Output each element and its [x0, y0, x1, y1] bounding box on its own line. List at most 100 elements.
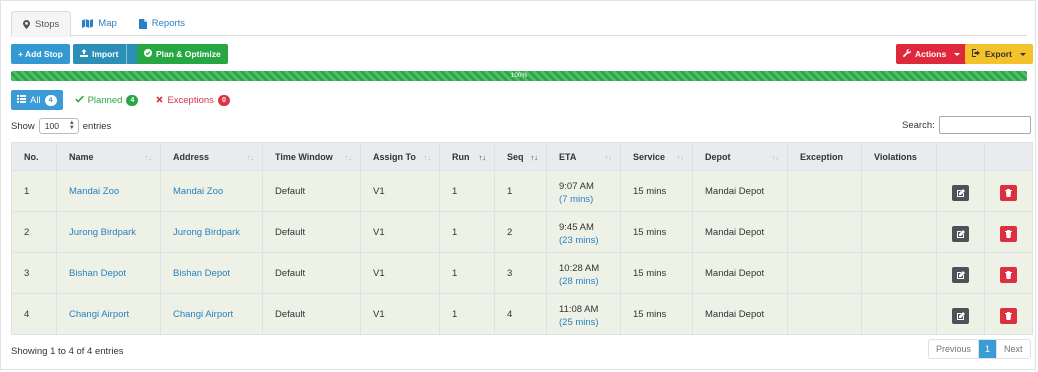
cell-name[interactable]: Changi Airport	[56, 293, 161, 335]
cell-exception	[787, 293, 862, 335]
pagination: Previous 1 Next	[928, 339, 1031, 359]
col-violations: Violations	[861, 142, 937, 171]
cell-time-window: Default	[262, 252, 361, 294]
cell-time-window: Default	[262, 170, 361, 212]
col-address[interactable]: Address ↑↓	[160, 142, 263, 171]
col-exception: Exception	[787, 142, 862, 171]
page-1-button[interactable]: 1	[978, 340, 997, 358]
stop-name-link[interactable]: Changi Airport	[69, 309, 129, 320]
previous-page-button[interactable]: Previous	[929, 340, 978, 358]
cell-time-window: Default	[262, 293, 361, 335]
edit-button[interactable]	[952, 266, 969, 283]
table-row: 3 Bishan Depot Bishan Depot Default V1 1 3 10:2…	[11, 252, 1033, 294]
progress-bar-fill: 100%	[11, 71, 1027, 81]
delete-button[interactable]	[1000, 225, 1017, 242]
col-assign-to[interactable]: Assign To ↑↓	[360, 142, 440, 171]
cell-assign-to: V1	[360, 170, 440, 212]
col-run[interactable]: Run ↑↓	[439, 142, 495, 171]
cell-name[interactable]: Jurong Birdpark	[56, 211, 161, 253]
col-service[interactable]: Service ↑↓	[620, 142, 693, 171]
stop-name-link[interactable]: Jurong Birdpark	[69, 227, 136, 238]
optimize-progress: 100%	[11, 71, 1027, 81]
page-length-select[interactable]: 100 ▲ ▼	[38, 118, 79, 134]
progress-label: 100%	[510, 72, 528, 79]
tab-map[interactable]: Map	[71, 11, 127, 36]
filter-exceptions[interactable]: Exceptions 0	[150, 90, 235, 110]
cell-eta: 11:08 AM (25 mins)	[546, 293, 621, 335]
col-seq[interactable]: Seq ↑↓	[494, 142, 547, 171]
cell-no: 1	[11, 170, 57, 212]
stop-name-link[interactable]: Bishan Depot	[69, 268, 126, 279]
table-header-row: No. Name ↑↓ Address ↑↓ Time Window ↑↓ Assig…	[11, 142, 1033, 171]
filter-all-label: All	[30, 94, 41, 106]
col-eta[interactable]: ETA ↑↓	[546, 142, 621, 171]
cell-assign-to: V1	[360, 293, 440, 335]
tab-label: Stops	[35, 18, 60, 30]
trash-icon	[1005, 188, 1012, 197]
stop-address-link[interactable]: Jurong Birdpark	[173, 227, 240, 238]
eta-delta: (7 mins)	[559, 193, 594, 205]
filter-planned-count: 4	[126, 94, 139, 106]
cell-run: 1	[439, 211, 495, 253]
cell-assign-to: V1	[360, 252, 440, 294]
col-edit	[936, 142, 985, 171]
cell-seq: 1	[494, 170, 547, 212]
cell-delete	[984, 211, 1033, 253]
page-length-control: Show 100 ▲ ▼ entries	[11, 118, 111, 134]
cell-address[interactable]: Mandai Zoo	[160, 170, 263, 212]
eta-time: 9:07 AM	[559, 180, 594, 192]
filter-pills: All 4 Planned 4 Exceptions 0	[11, 90, 236, 110]
actions-label: Actions	[915, 49, 947, 59]
filter-all-count: 4	[44, 94, 57, 106]
table-info: Showing 1 to 4 of 4 entries	[11, 346, 124, 357]
cell-eta: 9:45 AM (23 mins)	[546, 211, 621, 253]
cell-address[interactable]: Jurong Birdpark	[160, 211, 263, 253]
filter-exceptions-label: Exceptions	[167, 94, 214, 106]
sort-icon: ↑↓	[604, 153, 613, 162]
filter-planned[interactable]: Planned 4	[69, 90, 145, 110]
delete-button[interactable]	[1000, 307, 1017, 324]
edit-icon	[956, 229, 965, 238]
cell-name[interactable]: Mandai Zoo	[56, 170, 161, 212]
cell-edit	[936, 293, 985, 335]
cell-run: 1	[439, 170, 495, 212]
search-input[interactable]	[938, 116, 1031, 134]
next-page-button[interactable]: Next	[996, 340, 1030, 358]
delete-button[interactable]	[1000, 266, 1017, 283]
plan-optimize-label: Plan & Optimize	[156, 49, 221, 59]
actions-button[interactable]: Actions	[896, 44, 968, 64]
tab-stops[interactable]: Stops	[11, 11, 72, 37]
edit-button[interactable]	[952, 307, 969, 324]
export-button[interactable]: Export	[965, 44, 1033, 64]
cell-name[interactable]: Bishan Depot	[56, 252, 161, 294]
cell-address[interactable]: Changi Airport	[160, 293, 263, 335]
col-depot[interactable]: Depot ↑↓	[692, 142, 788, 171]
file-icon	[138, 18, 147, 29]
plan-optimize-button[interactable]: Plan & Optimize	[137, 44, 228, 64]
col-time-window[interactable]: Time Window ↑↓	[262, 142, 361, 171]
tab-bar: Stops Map Reports	[11, 11, 1027, 37]
trash-icon	[1005, 229, 1012, 238]
stop-address-link[interactable]: Bishan Depot	[173, 268, 230, 279]
edit-button[interactable]	[952, 225, 969, 242]
updown-icon: ▲ ▼	[68, 120, 75, 131]
export-label: Export	[985, 49, 1012, 59]
cell-address[interactable]: Bishan Depot	[160, 252, 263, 294]
split-divider	[126, 44, 128, 64]
stop-address-link[interactable]: Mandai Zoo	[173, 186, 223, 197]
stop-name-link[interactable]: Mandai Zoo	[69, 186, 119, 197]
filter-all[interactable]: All 4	[11, 90, 63, 110]
cell-seq: 4	[494, 293, 547, 335]
cell-service: 15 mins	[620, 252, 693, 294]
sort-icon: ↑↓	[246, 153, 255, 162]
stop-address-link[interactable]: Changi Airport	[173, 309, 233, 320]
cell-exception	[787, 211, 862, 253]
eta-delta: (25 mins)	[559, 316, 599, 328]
cell-exception	[787, 252, 862, 294]
delete-button[interactable]	[1000, 184, 1017, 201]
edit-button[interactable]	[952, 184, 969, 201]
tab-reports[interactable]: Reports	[128, 11, 196, 36]
add-stop-button[interactable]: + Add Stop	[11, 44, 70, 64]
sort-asc-icon: ↑↓	[530, 153, 539, 162]
col-name[interactable]: Name ↑↓	[56, 142, 161, 171]
